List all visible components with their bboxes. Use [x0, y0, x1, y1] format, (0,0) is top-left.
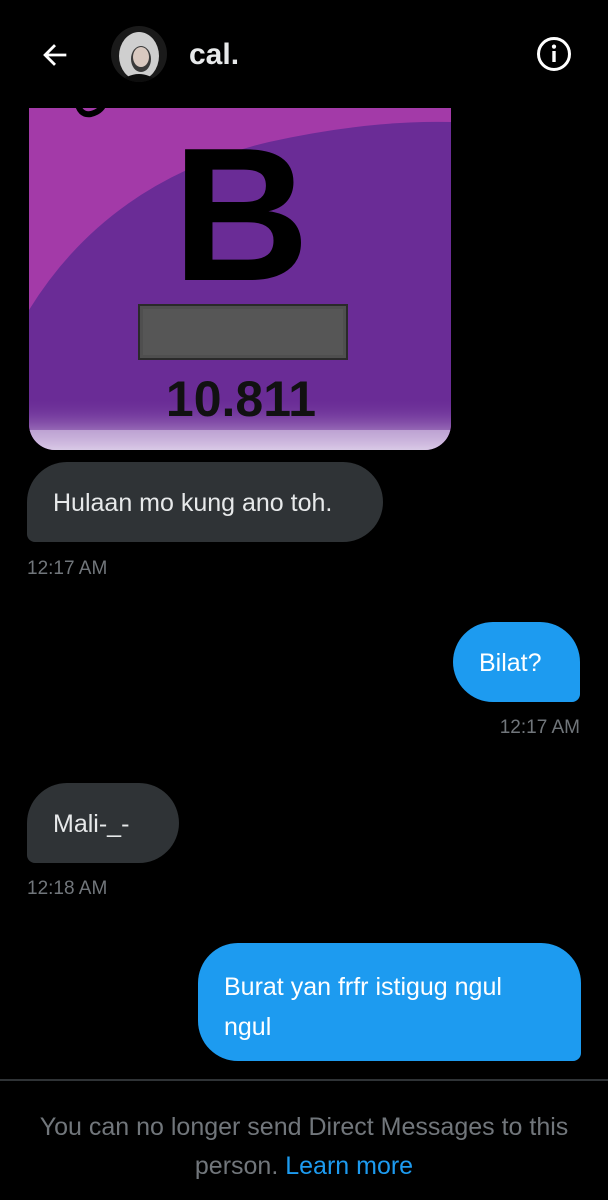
incoming-message-bubble[interactable]: Hulaan mo kung ano toh. — [27, 462, 383, 542]
back-button[interactable] — [36, 36, 74, 74]
info-circle-icon — [537, 37, 571, 71]
conversation-header: cal. — [0, 0, 608, 108]
atomic-mass: 10.811 — [166, 371, 316, 427]
boron-element-card: B 10.811 — [29, 100, 451, 450]
avatar-image — [111, 26, 167, 82]
shared-image-attachment[interactable]: B 10.811 — [29, 100, 451, 450]
learn-more-link[interactable]: Learn more — [285, 1152, 413, 1180]
avatar[interactable] — [111, 26, 167, 82]
dm-conversation-screen: cal. B 10.811 Hulaan mo kung ano toh. 12… — [0, 0, 608, 1200]
conversation-info-button[interactable] — [536, 36, 572, 72]
message-timestamp: 12:17 AM — [499, 717, 580, 738]
dm-disabled-notice: You can no longer send Direct Messages t… — [20, 1108, 588, 1186]
arrow-left-icon — [43, 44, 67, 66]
incoming-message-bubble[interactable]: Mali-_- — [27, 783, 179, 863]
outgoing-message-bubble[interactable]: Bilat? — [453, 622, 580, 702]
outgoing-message-bubble[interactable]: Burat yan frfr istigug ngul ngul — [198, 943, 581, 1061]
contact-name[interactable]: cal. — [189, 38, 239, 72]
element-symbol: B — [172, 109, 309, 321]
message-timestamp: 12:17 AM — [27, 558, 108, 579]
footer-divider — [0, 1079, 608, 1081]
message-timestamp: 12:18 AM — [27, 878, 108, 899]
